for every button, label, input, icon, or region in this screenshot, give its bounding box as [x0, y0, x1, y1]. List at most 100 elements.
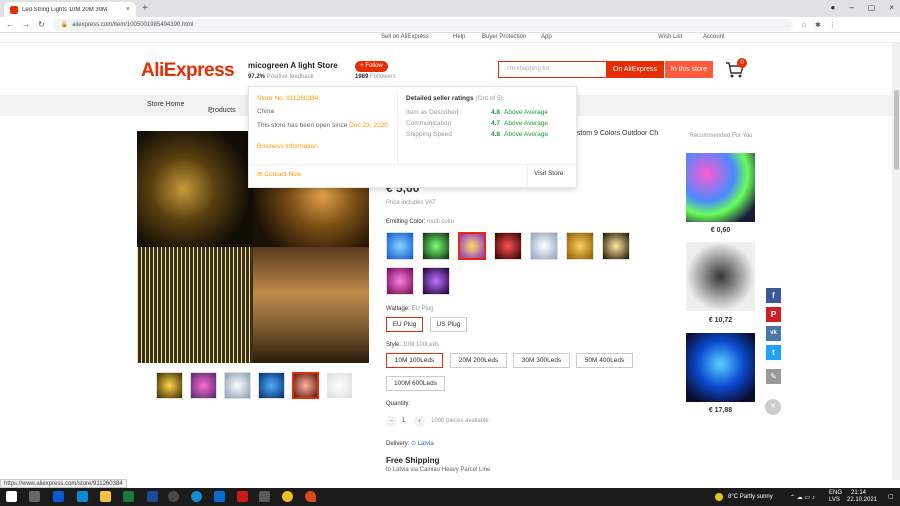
- color-swatch-warm-white[interactable]: [566, 232, 594, 260]
- followers-label: Followers: [370, 74, 396, 80]
- language-indicator[interactable]: ENG: [829, 490, 842, 496]
- close-window-button[interactable]: ×: [889, 3, 894, 12]
- address-bar[interactable]: 🔒 aliexpress.com/item/1005001985494390.h…: [52, 18, 793, 31]
- maximize-button[interactable]: ▢: [868, 3, 876, 12]
- search-store-button[interactable]: In this store: [665, 61, 713, 78]
- reload-icon[interactable]: ↻: [38, 20, 45, 29]
- facebook-share-icon[interactable]: f: [766, 288, 781, 303]
- windows-start-icon[interactable]: [6, 491, 17, 502]
- app-icon[interactable]: [305, 491, 316, 502]
- clock-time[interactable]: 21:14: [851, 490, 866, 496]
- word-icon[interactable]: [147, 491, 158, 502]
- style-option-50m[interactable]: 50M 400Leds: [576, 353, 633, 368]
- twitter-share-icon[interactable]: t: [766, 345, 781, 360]
- recommended-item-image[interactable]: [686, 242, 755, 311]
- edge-icon[interactable]: [191, 491, 202, 502]
- style-option-30m[interactable]: 30M 300Leds: [513, 353, 570, 368]
- followers-count: 1989: [355, 74, 369, 80]
- delivery-location-link[interactable]: ⊙ Latvia: [411, 441, 434, 447]
- app-icon[interactable]: [259, 491, 270, 502]
- style-option-20m[interactable]: 20M 200Leds: [450, 353, 507, 368]
- recommended-item-image[interactable]: [686, 333, 755, 402]
- style-option-100m[interactable]: 100M 600Leds: [386, 376, 445, 391]
- recommended-item-price[interactable]: € 0,60: [686, 227, 755, 234]
- pinterest-share-icon[interactable]: P: [766, 307, 781, 322]
- thumbnail[interactable]: [326, 372, 353, 399]
- recommended-item-price[interactable]: € 17,88: [686, 407, 755, 414]
- window-controls: ● – ▢ ×: [830, 3, 894, 12]
- rating-comment: Above Average: [504, 120, 548, 127]
- style-label: Style: 10M 100Leds: [386, 342, 439, 348]
- excel-icon[interactable]: [123, 491, 134, 502]
- app-icon[interactable]: [282, 491, 293, 502]
- aliexpress-logo[interactable]: AliExpress: [141, 60, 235, 82]
- plug-option-eu[interactable]: EU Plug: [386, 317, 423, 332]
- vk-share-icon[interactable]: vk: [766, 326, 781, 341]
- thumbnail[interactable]: [156, 372, 183, 399]
- menu-icon[interactable]: ⋮: [829, 21, 836, 29]
- quantity-plus-button[interactable]: +: [414, 416, 425, 427]
- help-link[interactable]: Help: [453, 34, 465, 40]
- color-swatch-multi[interactable]: [458, 232, 486, 260]
- forward-icon[interactable]: →: [22, 20, 30, 29]
- account-link[interactable]: Account: [703, 34, 725, 40]
- color-swatch-green[interactable]: [422, 232, 450, 260]
- extensions-icon[interactable]: ✱: [815, 21, 821, 29]
- color-swatch-purple[interactable]: [422, 267, 450, 295]
- style-option-10m[interactable]: 10M 100Leds: [386, 353, 443, 368]
- lock-icon: 🔒: [60, 22, 69, 28]
- teams-icon[interactable]: [214, 491, 225, 502]
- search-aliexpress-button[interactable]: On AliExpress: [606, 61, 664, 78]
- search-icon[interactable]: [29, 491, 40, 502]
- wattage-label: Wattage: EU Plug: [386, 306, 433, 312]
- color-swatch-pink[interactable]: [386, 267, 414, 295]
- star-icon[interactable]: ☆: [801, 21, 807, 29]
- weather-text[interactable]: 8°C Partly sunny: [728, 494, 773, 500]
- recommended-item-price[interactable]: € 10,72: [686, 317, 755, 324]
- outlook-icon[interactable]: [53, 491, 64, 502]
- store-number: Store No. 911260384: [257, 95, 319, 102]
- color-swatch-white[interactable]: [530, 232, 558, 260]
- contact-now-link[interactable]: ✉ Contact Now: [257, 170, 301, 178]
- scrollbar-thumb[interactable]: [894, 90, 899, 170]
- plug-option-us[interactable]: US Plug: [430, 317, 467, 332]
- color-swatch-blue[interactable]: [386, 232, 414, 260]
- app-link[interactable]: App: [541, 34, 552, 40]
- business-info-link[interactable]: Business Information: [257, 143, 318, 150]
- color-swatch-yellow[interactable]: [602, 232, 630, 260]
- buyer-protection-link[interactable]: Buyer Protection: [482, 34, 526, 40]
- quantity-minus-button[interactable]: −: [386, 416, 397, 427]
- notifications-icon[interactable]: ▢: [888, 493, 894, 500]
- chrome-icon[interactable]: [168, 491, 179, 502]
- thumbnail[interactable]: [224, 372, 251, 399]
- thumbnail[interactable]: [190, 372, 217, 399]
- acrobat-icon[interactable]: [237, 491, 248, 502]
- search-input[interactable]: I'm shopping for: [498, 61, 606, 78]
- recommended-item-image[interactable]: [686, 153, 755, 222]
- store-name[interactable]: micogreen A light Store: [248, 61, 338, 70]
- tab-close-icon[interactable]: ×: [126, 6, 130, 13]
- close-share-icon[interactable]: ×: [765, 399, 781, 415]
- color-swatch-red[interactable]: [494, 232, 522, 260]
- wishlist-link[interactable]: Wish List: [658, 34, 682, 40]
- sell-link[interactable]: Sell on AliExpress: [381, 34, 429, 40]
- minimize-button[interactable]: –: [849, 3, 853, 12]
- new-tab-button[interactable]: +: [142, 3, 148, 14]
- thumbnail[interactable]: [258, 372, 285, 399]
- quantity-label: Quantity:: [386, 401, 411, 407]
- profile-icon[interactable]: ●: [830, 3, 835, 12]
- back-icon[interactable]: ←: [6, 20, 14, 29]
- rating-comment: Above Average: [504, 131, 548, 138]
- file-explorer-icon[interactable]: [100, 491, 111, 502]
- visit-store-link[interactable]: Visit Store: [534, 170, 564, 177]
- quantity-value[interactable]: 1: [402, 418, 405, 424]
- thumbnail-selected[interactable]: [292, 372, 319, 399]
- browser-tab[interactable]: Led String Lights 10M 20M 30M ×: [4, 2, 136, 17]
- task-view-icon[interactable]: [77, 491, 88, 502]
- store-home-link[interactable]: Store Home: [147, 101, 184, 108]
- tray-icons[interactable]: ⌃ ☁ ▭ ♪: [790, 494, 815, 501]
- follow-button[interactable]: + Follow: [355, 61, 388, 72]
- edit-icon[interactable]: ✎: [766, 369, 781, 384]
- open-since-text: This store has been open since: [257, 122, 348, 129]
- price-vat-note: Price includes VAT: [386, 200, 436, 206]
